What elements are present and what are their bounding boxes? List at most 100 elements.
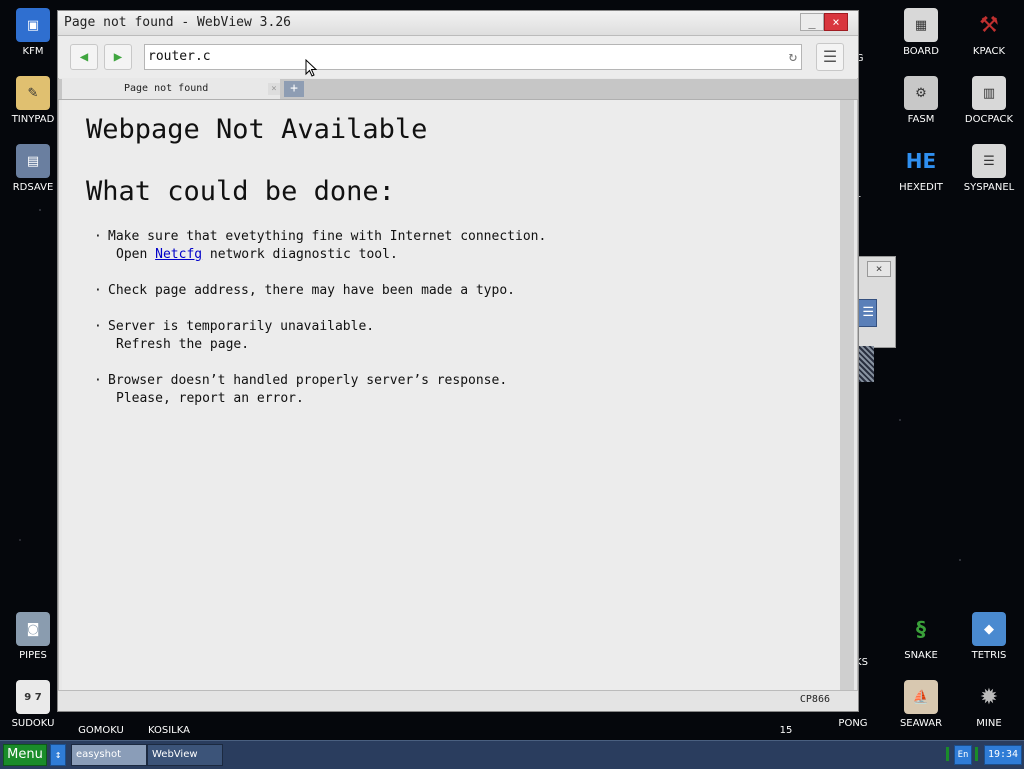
taskbar-item-webview[interactable]: WebView bbox=[147, 744, 223, 766]
tip-text: Check page address, there may have been … bbox=[108, 283, 515, 298]
tip-text: Server is temporarily unavailable. bbox=[108, 319, 375, 334]
cabinet-icon: ▥ bbox=[972, 76, 1006, 110]
partial-icon-label: 15 bbox=[779, 725, 793, 736]
url-input[interactable] bbox=[148, 47, 774, 65]
window-switch-button[interactable]: ↕ bbox=[50, 744, 66, 766]
address-bar[interactable]: ↻ bbox=[144, 44, 802, 70]
tetris-cube-icon: ◆ bbox=[972, 612, 1006, 646]
desktop-icon-rdsave[interactable]: ▤ RDSAVE bbox=[1, 144, 65, 193]
tab-page-not-found[interactable]: Page not found × bbox=[62, 79, 280, 99]
taskbar-separator bbox=[946, 747, 949, 761]
notepad-icon: ✎ bbox=[16, 76, 50, 110]
partial-icon-label: GOMOKU bbox=[78, 725, 124, 736]
desktop-icon-label: SYSPANEL bbox=[963, 182, 1015, 193]
floppy-disk-icon: ▣ bbox=[16, 8, 50, 42]
desktop-icon-kfm[interactable]: ▣ KFM bbox=[1, 8, 65, 57]
desktop-icon-pipes[interactable]: ◙ PIPES bbox=[1, 612, 65, 661]
desktop-icon-docpack[interactable]: ▥ DOCPACK bbox=[957, 76, 1021, 125]
desktop-icon-tinypad[interactable]: ✎ TINYPAD bbox=[1, 76, 65, 125]
page-heading: Webpage Not Available bbox=[86, 114, 428, 145]
desktop-icon-label: PIPES bbox=[19, 650, 47, 661]
status-bar: CP866 bbox=[58, 690, 858, 711]
page-content: Webpage Not Available What could be done… bbox=[62, 100, 840, 690]
bullet: · bbox=[94, 373, 102, 388]
desktop-icon-label: BOARD bbox=[903, 46, 939, 57]
desktop-icon-label: TINYPAD bbox=[11, 114, 55, 125]
desktop-icon-label: SEAWAR bbox=[899, 718, 943, 729]
desktop-icon-label: KPACK bbox=[972, 46, 1006, 57]
list-item: · Browser doesn’t handled properly server… bbox=[94, 372, 546, 408]
pipes-game-icon: ◙ bbox=[16, 612, 50, 646]
suggestion-list: · Make sure that evetything fine with Int… bbox=[94, 228, 546, 426]
taskbar-item-easyshot[interactable]: easyshot bbox=[71, 744, 147, 766]
netcfg-link[interactable]: Netcfg bbox=[155, 247, 202, 262]
tip-text: Browser doesn’t handled properly server’… bbox=[108, 373, 508, 388]
new-tab-button[interactable]: + bbox=[284, 81, 304, 97]
desktop-icon-label: FASM bbox=[907, 114, 935, 125]
bullet: · bbox=[94, 283, 102, 298]
tip-text: Open Netcfg network diagnostic tool. bbox=[94, 246, 546, 264]
ship-icon: ⛵ bbox=[904, 680, 938, 714]
arrow-right-icon: ▶ bbox=[113, 49, 123, 65]
switch-arrows-icon: ↕ bbox=[54, 748, 62, 761]
board-icon: ▦ bbox=[904, 8, 938, 42]
mouse-pointer-icon bbox=[305, 59, 317, 77]
desktop-icon-sudoku[interactable]: 9 7 SUDOKU bbox=[1, 680, 65, 729]
sliders-icon: ☰ bbox=[972, 144, 1006, 178]
fasm-icon: ⚙ bbox=[904, 76, 938, 110]
browser-menu-button[interactable]: ☰ bbox=[816, 43, 844, 71]
desktop-icon-label: SUDOKU bbox=[11, 718, 55, 729]
encoding-label[interactable]: CP866 bbox=[800, 694, 830, 705]
desktop-icon-tetris[interactable]: ◆ TETRIS bbox=[957, 612, 1021, 661]
minimize-button[interactable]: _ bbox=[800, 13, 824, 31]
close-button[interactable]: × bbox=[824, 13, 848, 31]
clock[interactable]: 19:34 bbox=[984, 745, 1022, 765]
start-menu-button[interactable]: Menu bbox=[3, 744, 47, 766]
tip-text: Refresh the page. bbox=[116, 337, 250, 352]
tip-text: Open bbox=[116, 247, 156, 262]
desktop-icon-label: MINE bbox=[976, 718, 1002, 729]
desktop-icon-label: KFM bbox=[22, 46, 44, 57]
desktop-icon-kpack[interactable]: ⚒ KPACK bbox=[957, 8, 1021, 58]
webview-window: Page not found - WebView 3.26 _ × ◀ ▶ ↻ … bbox=[57, 10, 859, 712]
hexedit-icon: HE bbox=[905, 149, 937, 173]
keyboard-layout-indicator[interactable]: En bbox=[954, 745, 972, 765]
tip-text: network diagnostic tool. bbox=[202, 247, 398, 262]
desktop-icon-syspanel[interactable]: ☰ SYSPANEL bbox=[957, 144, 1021, 193]
desktop-icon-mine[interactable]: ✹ MINE bbox=[957, 680, 1021, 730]
sudoku-grid-icon: 9 7 bbox=[16, 680, 50, 714]
desktop-icon-hexedit[interactable]: HE HEXEDIT bbox=[889, 144, 953, 193]
ramdisk-save-icon: ▤ bbox=[16, 144, 50, 178]
tip-text: Make sure that evetything fine with Inte… bbox=[108, 229, 547, 244]
arrow-left-icon: ◀ bbox=[79, 49, 89, 65]
tab-strip: Page not found × + bbox=[58, 79, 858, 100]
bullet: · bbox=[94, 229, 102, 244]
hamburger-menu-icon: ☰ bbox=[822, 47, 838, 66]
desktop-icon-label: HEXEDIT bbox=[899, 182, 943, 193]
taskbar: Menu ↕ easyshot WebView En 19:34 bbox=[0, 740, 1024, 769]
desktop-icon-snake[interactable]: § SNAKE bbox=[889, 612, 953, 661]
desktop-icon-fasm[interactable]: ⚙ FASM bbox=[889, 76, 953, 125]
browser-toolbar: ◀ ▶ ↻ ☰ bbox=[58, 36, 858, 78]
reload-icon[interactable]: ↻ bbox=[789, 48, 797, 66]
vertical-scrollbar[interactable] bbox=[840, 100, 854, 690]
desktop-icon-board[interactable]: ▦ BOARD bbox=[889, 8, 953, 57]
snake-icon: § bbox=[916, 617, 926, 641]
desktop-icon-seawar[interactable]: ⛵ SEAWAR bbox=[889, 680, 953, 729]
desktop-icon-label: SNAKE bbox=[904, 650, 938, 661]
background-window-close-button[interactable]: × bbox=[867, 261, 891, 277]
desktop-icon-label: PONG bbox=[838, 718, 868, 729]
hammer-pack-icon: ⚒ bbox=[979, 12, 999, 38]
taskbar-separator bbox=[975, 747, 978, 761]
page-subheading: What could be done: bbox=[86, 176, 395, 207]
tab-label: Page not found bbox=[124, 83, 209, 94]
back-button[interactable]: ◀ bbox=[70, 44, 98, 70]
list-item: · Check page address, there may have been… bbox=[94, 282, 546, 300]
window-titlebar[interactable]: Page not found - WebView 3.26 _ × bbox=[58, 11, 858, 36]
desktop-icon-label: DOCPACK bbox=[964, 114, 1014, 125]
tab-close-icon[interactable]: × bbox=[268, 83, 280, 95]
forward-button[interactable]: ▶ bbox=[104, 44, 132, 70]
tip-text: Please, report an error. bbox=[116, 391, 304, 406]
desktop-icon-label: TETRIS bbox=[971, 650, 1007, 661]
window-title: Page not found - WebView 3.26 bbox=[64, 15, 291, 30]
